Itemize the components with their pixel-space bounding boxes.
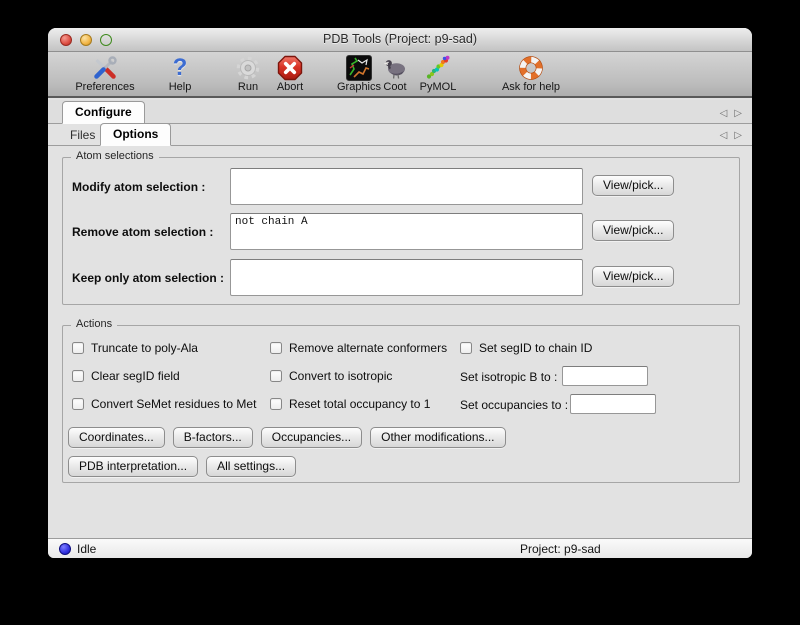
convert-to-isotropic-checkbox[interactable]: Convert to isotropic	[270, 369, 392, 383]
checkbox-box[interactable]	[460, 342, 472, 354]
tab-scroll-arrows: ◁ ▷	[720, 131, 742, 141]
checkbox-box[interactable]	[72, 398, 84, 410]
tools-icon	[92, 54, 118, 81]
reset-total-occupancy-checkbox[interactable]: Reset total occupancy to 1	[270, 397, 430, 411]
toolbar-label: Ask for help	[502, 81, 560, 93]
set-occupancies-input[interactable]	[570, 394, 656, 414]
keep-only-atom-selection-label: Keep only atom selection :	[72, 271, 224, 285]
remove-atom-selection-label: Remove atom selection :	[72, 225, 213, 239]
helix-icon	[425, 54, 451, 81]
toolbar-preferences-button[interactable]: Preferences	[70, 54, 140, 93]
toolbar-abort-button[interactable]: Abort	[266, 54, 314, 93]
molecule-graphics-icon	[346, 54, 372, 81]
tab-scroll-arrows: ◁ ▷	[720, 109, 742, 119]
status-state: Idle	[77, 542, 96, 556]
modify-view-pick-button[interactable]: View/pick...	[592, 175, 674, 196]
stop-x-icon	[277, 54, 303, 81]
convert-semet-checkbox[interactable]: Convert SeMet residues to Met	[72, 397, 256, 411]
pdb-interpretation-button[interactable]: PDB interpretation...	[68, 456, 198, 477]
toolbar-label: Help	[169, 81, 192, 93]
title-bar[interactable]: PDB Tools (Project: p9-sad)	[48, 28, 752, 52]
gear-icon	[235, 54, 261, 81]
status-project: Project: p9-sad	[520, 542, 601, 556]
set-occupancies-label: Set occupancies to :	[460, 398, 568, 412]
coordinates-button[interactable]: Coordinates...	[68, 427, 165, 448]
question-icon: ?	[173, 54, 188, 81]
life-ring-icon	[518, 54, 544, 81]
toolbar-label: PyMOL	[420, 81, 457, 93]
modify-atom-selection-label: Modify atom selection :	[72, 180, 205, 194]
set-isotropic-b-label: Set isotropic B to :	[460, 370, 557, 384]
group-title: Atom selections	[71, 150, 159, 162]
toolbar-label: Coot	[383, 81, 406, 93]
action-buttons-row-1: Coordinates... B-factors... Occupancies.…	[68, 427, 506, 448]
tab-scroll-right-icon[interactable]: ▷	[734, 109, 742, 119]
desktop-background: PDB Tools (Project: p9-sad) Preferences	[0, 0, 800, 625]
group-title: Actions	[71, 318, 117, 330]
checkbox-box[interactable]	[72, 370, 84, 382]
files-options-tab-bar: Files Options ◁ ▷	[48, 124, 752, 146]
configure-tab-bar: Configure ◁ ▷	[48, 100, 752, 124]
modify-atom-selection-input[interactable]	[230, 168, 583, 205]
set-isotropic-b-input[interactable]	[562, 366, 648, 386]
tab-options[interactable]: Options	[100, 123, 171, 146]
toolbar-run-button[interactable]: Run	[228, 54, 268, 93]
checkbox-box[interactable]	[72, 342, 84, 354]
keep-only-atom-selection-input[interactable]	[230, 259, 583, 296]
toolbar-coot-button[interactable]: Coot	[376, 54, 414, 93]
toolbar-help-button[interactable]: ? Help	[158, 54, 202, 93]
toolbar-ask-for-help-button[interactable]: Ask for help	[496, 54, 566, 93]
keep-only-view-pick-button[interactable]: View/pick...	[592, 266, 674, 287]
pdb-tools-window: PDB Tools (Project: p9-sad) Preferences	[48, 28, 752, 558]
status-bar: Idle Project: p9-sad	[48, 538, 752, 558]
toolbar-label: Preferences	[75, 81, 134, 93]
checkbox-box[interactable]	[270, 342, 282, 354]
tab-scroll-right-icon[interactable]: ▷	[734, 131, 742, 141]
toolbar-pymol-button[interactable]: PyMOL	[414, 54, 462, 93]
tab-configure[interactable]: Configure	[62, 101, 145, 124]
checkbox-box[interactable]	[270, 370, 282, 382]
clear-segid-field-checkbox[interactable]: Clear segID field	[72, 369, 180, 383]
set-segid-to-chain-id-checkbox[interactable]: Set segID to chain ID	[460, 341, 592, 355]
window-title: PDB Tools (Project: p9-sad)	[48, 32, 752, 46]
toolbar-label: Abort	[277, 81, 303, 93]
remove-view-pick-button[interactable]: View/pick...	[592, 220, 674, 241]
toolbar: Preferences ? Help Run	[48, 52, 752, 98]
truncate-poly-ala-checkbox[interactable]: Truncate to poly-Ala	[72, 341, 198, 355]
coot-bird-icon	[382, 54, 408, 81]
action-buttons-row-2: PDB interpretation... All settings...	[68, 456, 296, 477]
status-dot-icon	[59, 543, 71, 555]
other-modifications-button[interactable]: Other modifications...	[370, 427, 505, 448]
occupancies-button[interactable]: Occupancies...	[261, 427, 362, 448]
toolbar-label: Graphics	[337, 81, 381, 93]
remove-alternate-conformers-checkbox[interactable]: Remove alternate conformers	[270, 341, 447, 355]
toolbar-label: Run	[238, 81, 258, 93]
checkbox-box[interactable]	[270, 398, 282, 410]
tab-scroll-left-icon[interactable]: ◁	[720, 109, 728, 119]
all-settings-button[interactable]: All settings...	[206, 456, 296, 477]
b-factors-button[interactable]: B-factors...	[173, 427, 253, 448]
tab-scroll-left-icon[interactable]: ◁	[720, 131, 728, 141]
remove-atom-selection-input[interactable]: not chain A	[230, 213, 583, 250]
